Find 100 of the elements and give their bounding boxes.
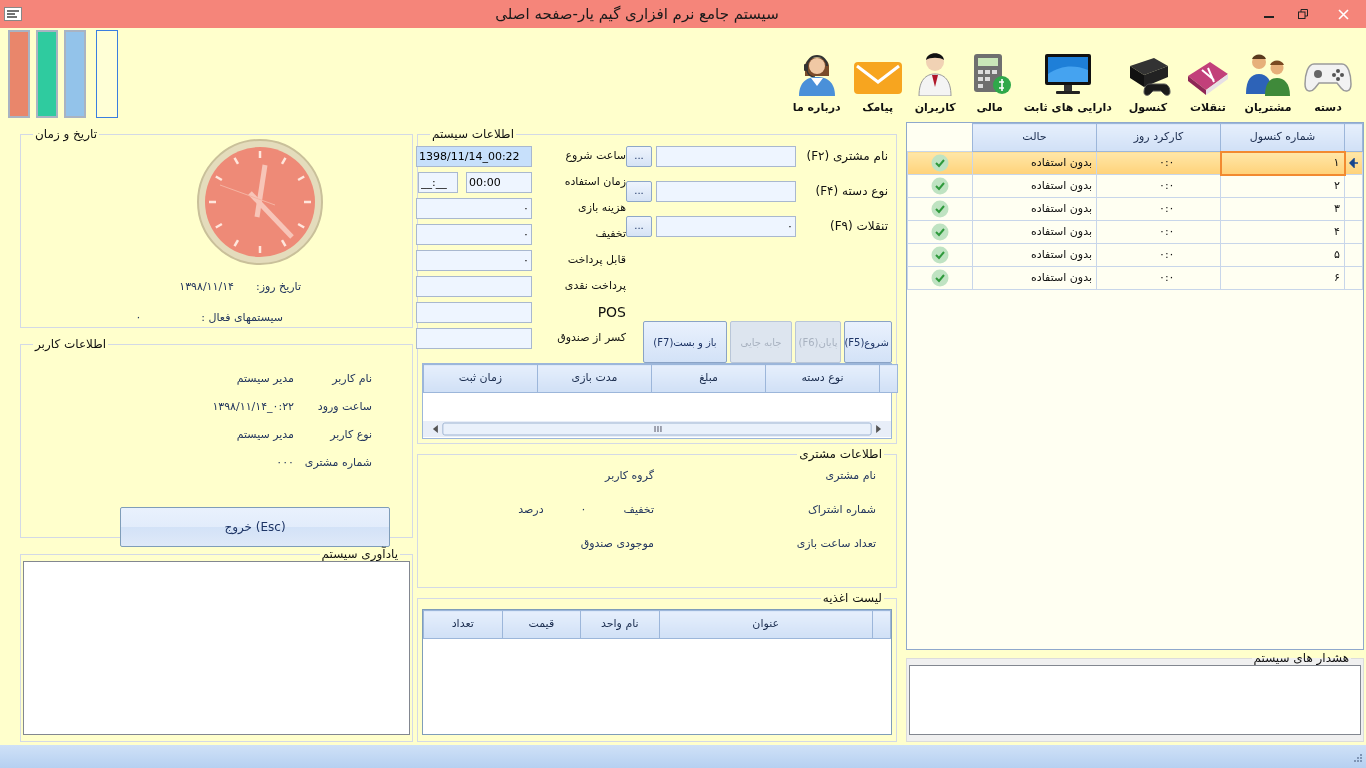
column-header[interactable]: قیمت bbox=[502, 610, 581, 639]
table-cell: بدون استفاده bbox=[972, 243, 1097, 267]
browse-button[interactable]: ... bbox=[626, 215, 652, 237]
toolbar-button[interactable]: دارایی های ثابت bbox=[1017, 51, 1118, 118]
table-row[interactable]: ۲ ۰:۰ بدون استفاده bbox=[907, 174, 1363, 198]
field-label: تعداد ساعت بازی bbox=[796, 535, 876, 552]
browse-button[interactable]: ... bbox=[626, 145, 652, 167]
input-field[interactable]: 00:00 bbox=[466, 171, 532, 193]
input-field[interactable]: ۰ bbox=[416, 223, 532, 245]
column-header[interactable]: تعداد bbox=[423, 610, 503, 639]
group-title: اطلاعات کاربر bbox=[33, 338, 108, 352]
restore-icon[interactable] bbox=[1298, 9, 1308, 19]
alerts-box[interactable] bbox=[909, 665, 1361, 735]
browse-button[interactable]: ... bbox=[626, 180, 652, 202]
field-label: نام مشتری (F۲) bbox=[805, 148, 888, 166]
toolbar-button[interactable]: کنسول bbox=[1118, 53, 1178, 118]
table-cell: ۳ bbox=[1220, 197, 1345, 221]
table-row[interactable]: ۱ ۰:۰ بدون استفاده bbox=[907, 151, 1363, 175]
field-label: هزینه بازی bbox=[577, 199, 626, 216]
field-value: مدیر سیستم bbox=[236, 370, 294, 387]
field-label: POS bbox=[596, 302, 626, 322]
field-label: نوع کاربر bbox=[328, 426, 372, 443]
field-label: نام مشتری bbox=[825, 467, 876, 484]
input-field[interactable] bbox=[416, 301, 532, 323]
column-header[interactable]: زمان ثبت bbox=[423, 364, 538, 393]
field-value: مدیر سیستم bbox=[236, 426, 294, 443]
group-title: هشدار های سیستم bbox=[1252, 652, 1350, 666]
field-label: شماره اشتراک bbox=[807, 501, 876, 518]
column-header[interactable]: کارکرد روز bbox=[1096, 123, 1221, 152]
action-button[interactable]: باز و بست(F7) bbox=[643, 321, 727, 364]
column-header[interactable]: نام واحد bbox=[580, 610, 660, 639]
input-field[interactable]: ۰ bbox=[416, 249, 532, 271]
toolbar-button[interactable]: مالی bbox=[961, 51, 1018, 118]
color-bar[interactable] bbox=[64, 30, 86, 118]
row-pointer-icon bbox=[1348, 157, 1359, 168]
field-label: تنقلات (F۹) bbox=[828, 218, 888, 236]
field-label: تخفیف bbox=[594, 225, 626, 242]
input-field[interactable] bbox=[656, 180, 796, 202]
table-cell: ۲ bbox=[1220, 174, 1345, 198]
group-title: اطلاعات سیستم bbox=[431, 128, 515, 142]
color-bar[interactable] bbox=[96, 30, 118, 118]
table-cell: بدون استفاده bbox=[972, 174, 1097, 198]
horizontal-scrollbar[interactable] bbox=[423, 421, 891, 438]
input-field[interactable] bbox=[656, 145, 796, 167]
field-label: تاریخ روز: bbox=[255, 279, 301, 296]
column-header[interactable]: مدت بازی bbox=[537, 364, 652, 393]
table-cell: ۴ bbox=[1220, 220, 1345, 244]
group-title: تاریخ و زمان bbox=[34, 128, 98, 142]
column-header[interactable]: نوع دسته bbox=[765, 364, 880, 393]
table-cell: بدون استفاده bbox=[972, 197, 1097, 221]
toolbar-button[interactable]: درباره ما bbox=[786, 47, 847, 118]
table-cell: ۰:۰ bbox=[1096, 174, 1221, 198]
action-button[interactable]: شروع(F5) bbox=[844, 321, 892, 364]
toolbar-button[interactable]: تنقلات bbox=[1178, 55, 1238, 118]
column-header[interactable]: حالت bbox=[972, 123, 1097, 152]
field-label: پرداخت نقدی bbox=[563, 277, 626, 294]
column-header[interactable]: شماره کنسول bbox=[1220, 123, 1345, 152]
color-bar[interactable] bbox=[36, 30, 58, 118]
field-label: زمان استفاده bbox=[563, 173, 626, 190]
date-value: ۱۳۹۸/۱۱/۱۴ bbox=[179, 279, 234, 296]
exit-button[interactable]: (Esc) خروج bbox=[120, 507, 390, 548]
monitor-icon bbox=[1042, 51, 1093, 96]
group-title: لیست اغذیه bbox=[821, 592, 883, 606]
table-cell: ۶ bbox=[1220, 266, 1345, 290]
column-header[interactable]: عنوان bbox=[659, 610, 873, 639]
toolbar-button[interactable]: پیامک bbox=[846, 59, 909, 118]
group-title: یادآوری سیستم bbox=[320, 548, 399, 562]
table-cell: بدون استفاده bbox=[972, 151, 1097, 175]
table-cell: ۱ bbox=[1220, 151, 1345, 175]
field-label: نوع دسته (F۴) bbox=[814, 183, 888, 201]
table-cell: بدون استفاده bbox=[972, 220, 1097, 244]
group-title: اطلاعات مشتری bbox=[798, 448, 883, 462]
table-cell: ۰:۰ bbox=[1096, 243, 1221, 267]
input-field[interactable]: ۰ bbox=[656, 215, 796, 237]
column-header[interactable]: مبلغ bbox=[651, 364, 766, 393]
table-row[interactable]: ۴ ۰:۰ بدون استفاده bbox=[907, 220, 1363, 244]
input-field[interactable] bbox=[416, 327, 532, 349]
table-cell: ۰:۰ bbox=[1096, 220, 1221, 244]
field-label: ساعت شروع bbox=[564, 147, 626, 164]
toolbar-button[interactable]: مشتریان bbox=[1238, 51, 1298, 118]
app-icon bbox=[4, 7, 22, 21]
table-cell: ۰:۰ bbox=[1096, 151, 1221, 175]
resize-grip-icon[interactable] bbox=[1352, 751, 1362, 762]
table-row[interactable]: ۶ ۰:۰ بدون استفاده bbox=[907, 266, 1363, 290]
field-label: موجودی صندوق bbox=[580, 535, 654, 552]
table-row[interactable]: ۵ ۰:۰ بدون استفاده bbox=[907, 243, 1363, 267]
toolbar-button[interactable]: کاربران bbox=[908, 49, 962, 118]
field-label: نام کاربر bbox=[330, 370, 372, 387]
color-bar[interactable] bbox=[8, 30, 30, 118]
input-field[interactable] bbox=[416, 275, 532, 297]
field-value: ۱۳۹۸/۱۱/۱۴_۰:۲۲ bbox=[212, 398, 294, 415]
input-field[interactable]: __:__ bbox=[418, 171, 458, 193]
toolbar-button[interactable]: دسته bbox=[1298, 55, 1358, 118]
field-label: ساعت ورود bbox=[316, 398, 372, 415]
input-field[interactable]: ۰ bbox=[416, 197, 532, 219]
field-label: کسر از صندوق bbox=[556, 329, 626, 346]
input-field[interactable]: 1398/11/14_00:22 bbox=[416, 145, 532, 167]
table-row[interactable]: ۳ ۰:۰ بدون استفاده bbox=[907, 197, 1363, 221]
count-value: ۰ bbox=[135, 309, 142, 326]
close-icon[interactable] bbox=[1337, 8, 1349, 20]
